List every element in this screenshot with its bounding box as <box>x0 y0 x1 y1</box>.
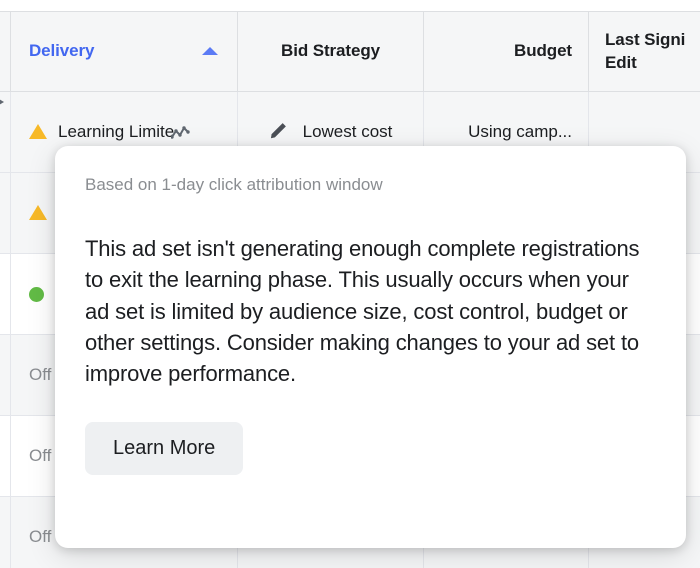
header-line-1: Last Signi <box>605 30 686 50</box>
collapse-arrow-icon[interactable] <box>0 95 8 109</box>
column-header-delivery[interactable]: Delivery <box>11 12 237 91</box>
budget-label: Using camp... <box>468 122 572 141</box>
warning-triangle-icon <box>29 123 47 139</box>
tooltip-body-text: This ad set isn't generating enough comp… <box>85 236 640 387</box>
active-status-dot-icon <box>29 286 44 302</box>
table-header-row: Delivery Bid Strategy Budget Last Signi … <box>0 11 700 92</box>
column-header-delivery-label: Delivery <box>29 41 95 61</box>
delivery-status-label: Off <box>29 446 52 465</box>
delivery-status-label: Learning Limite <box>58 122 175 141</box>
bid-strategy-label: Lowest cost <box>302 122 393 141</box>
chart-line-icon[interactable] <box>170 126 190 146</box>
learning-limited-tooltip: Based on 1-day click attribution window … <box>55 146 686 548</box>
pencil-edit-icon[interactable] <box>269 119 290 145</box>
learn-more-button[interactable]: Learn More <box>85 422 244 476</box>
column-header-last-significant-edit[interactable]: Last Signi Edit <box>589 12 700 91</box>
delivery-status-label: Off <box>29 365 52 384</box>
sort-ascending-icon[interactable] <box>202 46 218 55</box>
warning-triangle-icon <box>29 204 47 220</box>
column-header-last-significant-edit-label: Last Signi Edit <box>605 29 699 74</box>
column-header-bid-strategy[interactable]: Bid Strategy <box>238 12 423 91</box>
tooltip-attribution-subtitle: Based on 1-day click attribution window <box>85 175 383 194</box>
delivery-status-label: Off <box>29 527 52 546</box>
column-header-bid-strategy-label: Bid Strategy <box>281 41 380 61</box>
screen-root: Delivery Bid Strategy Budget Last Signi … <box>0 0 700 568</box>
column-header-budget-label: Budget <box>514 41 572 61</box>
header-line-2: Edit <box>605 52 637 72</box>
column-header-budget[interactable]: Budget <box>424 12 588 91</box>
